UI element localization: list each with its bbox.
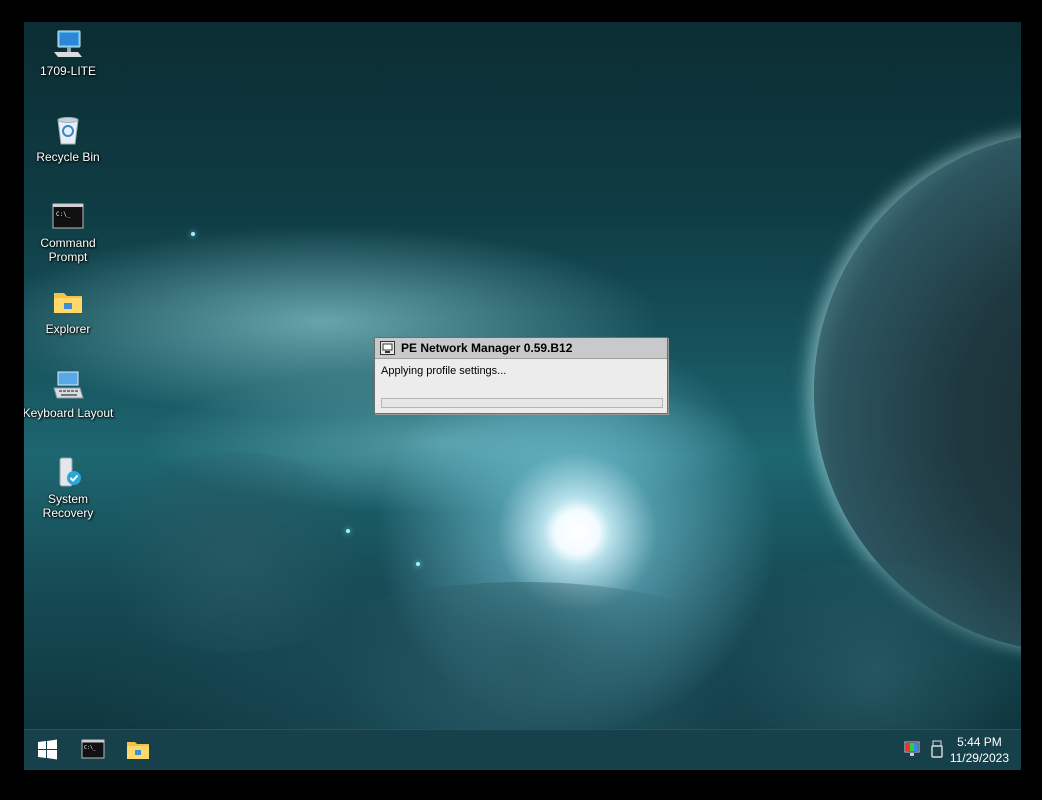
desktop-icon-label: 1709-LITE xyxy=(39,64,97,78)
start-icon xyxy=(38,739,57,760)
desktop-icon-label: Recycle Bin xyxy=(36,150,100,164)
usb-drive-icon[interactable] xyxy=(930,740,944,758)
dialog-title-bar[interactable]: PE Network Manager 0.59.B12 xyxy=(375,338,667,359)
desktop: 1709-LITE Recycle Bin C:\_ Command Promp… xyxy=(24,22,1021,770)
network-manager-icon xyxy=(380,341,395,355)
svg-text:C:\_: C:\_ xyxy=(56,211,71,218)
command-prompt-icon: C:\_ xyxy=(52,200,84,232)
desktop-icon-system-recovery[interactable]: System Recovery xyxy=(24,456,114,520)
wallpaper-star xyxy=(191,232,195,236)
command-prompt-icon: C:\_ xyxy=(81,739,105,759)
taskbar: C:\_ 5:44 PM 11/29/2023 xyxy=(24,729,1021,770)
network-manager-dialog[interactable]: PE Network Manager 0.59.B12 Applying pro… xyxy=(374,337,668,414)
taskbar-explorer[interactable] xyxy=(118,734,158,766)
system-clock[interactable]: 5:44 PM 11/29/2023 xyxy=(950,734,1009,766)
desktop-icon-command-prompt[interactable]: C:\_ Command Prompt xyxy=(24,200,114,264)
desktop-icon-keyboard-layout[interactable]: Keyboard Layout xyxy=(24,370,114,420)
clock-date: 11/29/2023 xyxy=(949,751,1009,765)
folder-icon xyxy=(52,286,84,318)
dialog-message: Applying profile settings... xyxy=(381,365,507,377)
desktop-icon-1709-lite[interactable]: 1709-LITE xyxy=(24,28,114,78)
system-recovery-icon xyxy=(52,456,84,488)
desktop-icon-explorer[interactable]: Explorer xyxy=(24,286,114,336)
desktop-icon-label: System Recovery xyxy=(42,492,94,520)
folder-icon xyxy=(127,742,149,759)
computer-icon xyxy=(52,28,84,60)
desktop-icon-label: Keyboard Layout xyxy=(24,406,114,420)
start-button[interactable] xyxy=(27,734,67,766)
recycle-bin-icon xyxy=(52,114,84,146)
color-display-icon[interactable] xyxy=(904,741,922,757)
keyboard-icon xyxy=(52,370,84,402)
clock-time: 5:44 PM xyxy=(957,735,1002,749)
progress-bar xyxy=(381,398,663,408)
desktop-icon-recycle-bin[interactable]: Recycle Bin xyxy=(24,114,114,164)
desktop-icon-label: Explorer xyxy=(45,322,91,336)
dialog-title: PE Network Manager 0.59.B12 xyxy=(401,341,573,355)
desktop-icon-label: Command Prompt xyxy=(40,236,96,264)
svg-text:C:\_: C:\_ xyxy=(84,745,97,751)
wallpaper-star xyxy=(346,529,350,533)
wallpaper-star xyxy=(416,562,420,566)
taskbar-command-prompt[interactable]: C:\_ xyxy=(73,734,113,766)
